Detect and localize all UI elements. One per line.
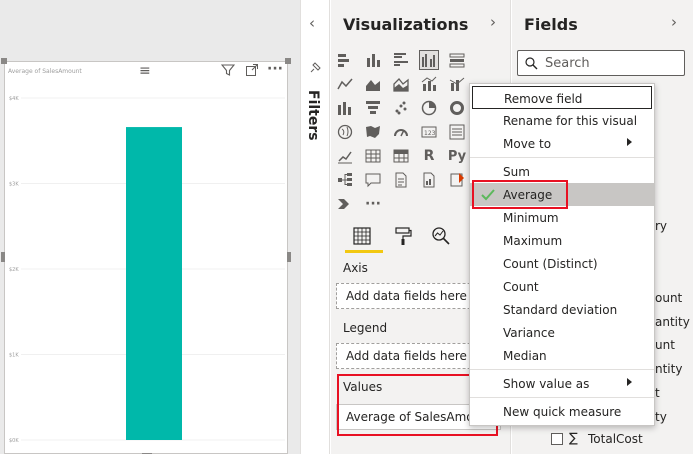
search-icon: [525, 57, 538, 70]
menu-move-to[interactable]: Move to: [470, 132, 654, 155]
fields-tab-icon[interactable]: [352, 226, 372, 246]
y-tick-label: $3K: [9, 182, 19, 188]
paginated-report-icon[interactable]: [419, 170, 439, 190]
menu-count[interactable]: Count: [470, 275, 654, 298]
r-visual-icon[interactable]: R: [419, 146, 439, 166]
menu-rename-for-visual[interactable]: Rename for this visual: [470, 109, 654, 132]
search-placeholder: Search: [545, 56, 590, 71]
map-globe-icon[interactable]: [335, 122, 355, 142]
resize-handle-top-left[interactable]: [1, 58, 7, 64]
stacked-bar-chart-icon[interactable]: [335, 50, 355, 70]
sigma-icon: ∑: [569, 431, 578, 446]
menu-show-value-as[interactable]: Show value as: [470, 372, 654, 395]
menu-divider: [470, 369, 654, 370]
totalcost-checkbox[interactable]: [551, 433, 563, 445]
chart-title: Average of SalesAmount: [8, 68, 82, 75]
field-name-fragment: ty: [655, 410, 667, 424]
100-stacked-bar-chart-icon[interactable]: [447, 50, 467, 70]
chart-y-axis: $4K $3K $2K $1K $0K: [9, 96, 19, 444]
format-paint-roller-icon[interactable]: [393, 226, 413, 246]
pie-chart-icon[interactable]: [419, 98, 439, 118]
matrix-icon[interactable]: [391, 146, 411, 166]
field-name-fragment: ry: [655, 219, 668, 233]
menu-remove-field[interactable]: Remove field: [472, 86, 652, 109]
menu-move-to-label: Move to: [503, 137, 552, 151]
axis-well-label: Axis: [343, 261, 368, 275]
y-tick-label: $2K: [9, 267, 19, 273]
chart-bars: [126, 127, 182, 440]
clustered-bar-chart-icon[interactable]: [391, 50, 411, 70]
stacked-area-chart-icon[interactable]: [391, 74, 411, 94]
fields-title: Fields: [524, 15, 578, 34]
more-visuals-icon[interactable]: ···: [363, 194, 383, 214]
resize-handle-top-right[interactable]: [285, 58, 291, 64]
line-clustered-column-icon[interactable]: [419, 74, 439, 94]
menu-show-value-as-label: Show value as: [503, 377, 590, 391]
filters-label[interactable]: Filters: [305, 90, 321, 141]
field-name-fragment: t: [655, 386, 660, 400]
field-context-menu: Remove field Rename for this visual Move…: [469, 83, 655, 426]
field-name-fragment: antity: [655, 315, 690, 329]
legend-well-label: Legend: [343, 321, 388, 335]
menu-median[interactable]: Median: [470, 344, 654, 367]
table-icon[interactable]: [363, 146, 383, 166]
python-visual-icon[interactable]: Py: [447, 146, 467, 166]
field-name-fragment: ount: [655, 291, 683, 305]
smart-narrative-icon[interactable]: [391, 170, 411, 190]
filters-pane-collapsed[interactable]: ‹ Filters: [300, 0, 330, 454]
menu-divider: [470, 397, 654, 398]
menu-divider: [470, 157, 654, 158]
report-canvas: ≡ ··· Average of SalesAmount $4K $3K $2K $1…: [0, 0, 300, 454]
funnel-chart-icon[interactable]: [363, 98, 383, 118]
line-stacked-column-icon[interactable]: [447, 74, 467, 94]
area-chart-icon[interactable]: [363, 74, 383, 94]
chevron-right-icon[interactable]: ›: [671, 13, 677, 31]
chart-bar[interactable]: [126, 127, 182, 440]
fields-search-input[interactable]: Search: [517, 50, 685, 76]
active-tab-indicator: [345, 250, 383, 253]
svg-text:123: 123: [424, 130, 436, 137]
y-tick-label: $4K: [9, 96, 19, 102]
qna-icon[interactable]: [363, 170, 383, 190]
scatter-chart-icon[interactable]: [391, 98, 411, 118]
resize-handle-left[interactable]: [1, 252, 5, 262]
stacked-column-chart-icon[interactable]: [363, 50, 383, 70]
resize-handle-right[interactable]: [287, 252, 291, 262]
power-apps-icon[interactable]: [447, 170, 467, 190]
visualizations-title: Visualizations: [343, 15, 469, 34]
kpi-icon[interactable]: [335, 146, 355, 166]
field-totalcost[interactable]: TotalCost: [588, 432, 643, 446]
menu-minimum[interactable]: Minimum: [470, 206, 654, 229]
submenu-arrow-icon: [627, 378, 632, 386]
field-name-fragment: unt: [655, 338, 675, 352]
gauge-icon[interactable]: [391, 122, 411, 142]
chart-plot-area: Average of SalesAmount $4K $3K $2K $1K $0K: [8, 68, 285, 444]
ribbon-chart-icon[interactable]: [335, 98, 355, 118]
line-chart-icon[interactable]: [335, 74, 355, 94]
menu-variance[interactable]: Variance: [470, 321, 654, 344]
y-tick-label: $1K: [9, 353, 19, 359]
clustered-column-chart-icon[interactable]: [419, 50, 439, 70]
card-icon[interactable]: 123: [419, 122, 439, 142]
filled-map-icon[interactable]: [363, 122, 383, 142]
field-name-fragment: ntity: [655, 362, 683, 376]
chevron-right-icon[interactable]: ›: [490, 13, 496, 31]
y-tick-label: $0K: [9, 438, 19, 444]
average-highlight-box: [472, 180, 568, 209]
menu-new-quick-measure[interactable]: New quick measure: [470, 400, 654, 423]
column-chart-visual[interactable]: ≡ ··· Average of SalesAmount $4K $3K $2K $1…: [1, 58, 291, 454]
power-automate-icon[interactable]: [335, 194, 355, 214]
pin-icon[interactable]: [309, 62, 321, 77]
analytics-magnifier-icon[interactable]: [431, 226, 451, 246]
decomposition-tree-icon[interactable]: [335, 170, 355, 190]
chevron-left-icon[interactable]: ‹: [309, 14, 315, 32]
donut-chart-icon[interactable]: [447, 98, 467, 118]
menu-standard-deviation[interactable]: Standard deviation: [470, 298, 654, 321]
multi-row-card-icon[interactable]: [447, 122, 467, 142]
menu-maximum[interactable]: Maximum: [470, 229, 654, 252]
menu-count-distinct[interactable]: Count (Distinct): [470, 252, 654, 275]
submenu-arrow-icon: [627, 138, 632, 146]
